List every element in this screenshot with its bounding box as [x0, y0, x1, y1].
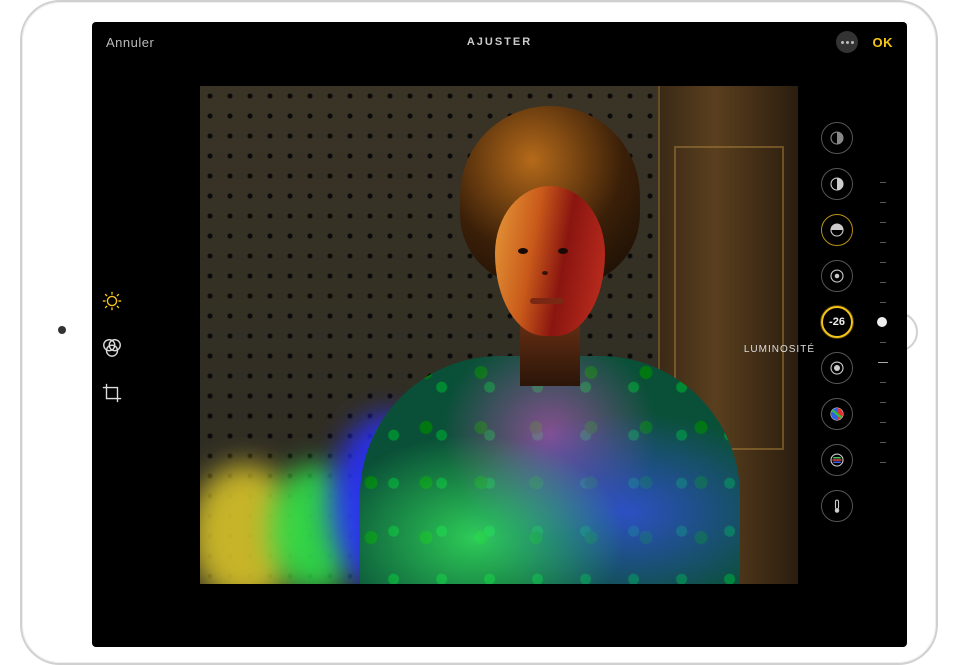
crop-tool[interactable]	[98, 379, 126, 407]
highlights-icon	[828, 267, 846, 285]
slider-current-tick	[878, 362, 888, 363]
ipad-frame: Annuler AJUSTER OK	[20, 0, 938, 665]
filters-tool[interactable]	[98, 333, 126, 361]
vibrance-icon	[828, 451, 846, 469]
brightness-adjust[interactable]: -26	[821, 306, 853, 338]
brilliance-icon	[828, 221, 846, 239]
auto-adjust[interactable]	[821, 122, 853, 154]
editor-topbar: Annuler AJUSTER OK	[92, 22, 907, 62]
more-button[interactable]	[836, 31, 858, 53]
selected-adjustment-label: LUMINOSITÉ	[735, 344, 815, 355]
adjust-icon	[101, 290, 123, 312]
warmth-adjust[interactable]	[821, 490, 853, 522]
mode-title: AJUSTER	[368, 36, 630, 48]
edit-mode-toolbar	[98, 287, 126, 407]
saturation-icon	[828, 405, 846, 423]
brilliance-adjust[interactable]	[821, 214, 853, 246]
saturation-adjust[interactable]	[821, 398, 853, 430]
crop-icon	[101, 382, 123, 404]
blackpoint-icon	[828, 359, 846, 377]
slider-zero-dot	[877, 317, 887, 327]
ellipsis-icon	[841, 41, 854, 44]
auto-icon	[828, 129, 846, 147]
blackpoint-adjust[interactable]	[821, 352, 853, 384]
exposure-adjust[interactable]	[821, 168, 853, 200]
brightness-value: -26	[821, 312, 853, 332]
front-camera	[58, 326, 66, 334]
adjust-tool[interactable]	[98, 287, 126, 315]
subject-figure	[400, 106, 700, 584]
done-button[interactable]: OK	[872, 35, 893, 50]
vibrance-adjust[interactable]	[821, 444, 853, 476]
screen: Annuler AJUSTER OK	[92, 22, 907, 647]
highlights-adjust[interactable]	[821, 260, 853, 292]
cancel-button[interactable]: Annuler	[106, 35, 154, 50]
warmth-icon	[828, 497, 846, 515]
value-slider[interactable]	[873, 182, 893, 482]
adjustment-list: -26	[821, 122, 853, 522]
exposure-icon	[828, 175, 846, 193]
photo-canvas[interactable]	[200, 86, 798, 584]
filters-icon	[101, 336, 123, 358]
